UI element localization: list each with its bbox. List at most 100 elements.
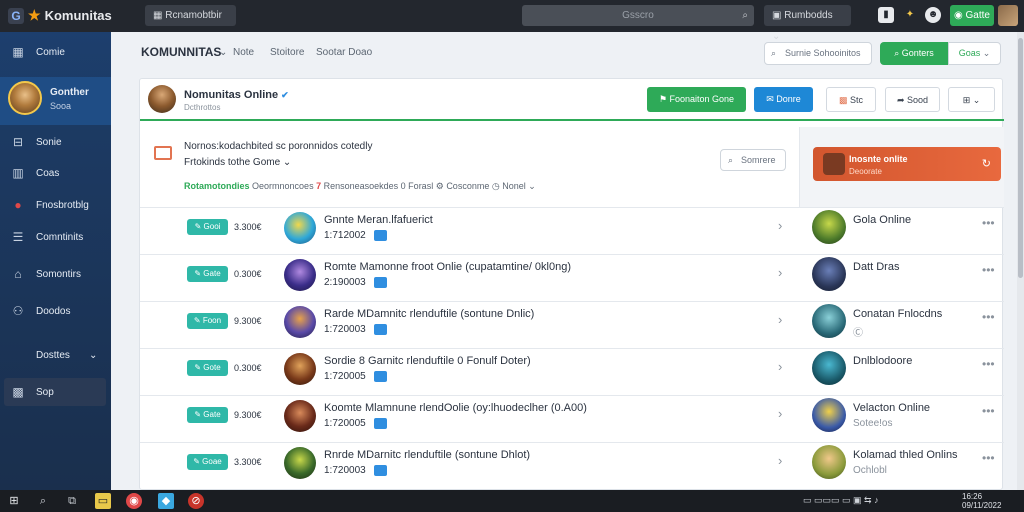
item-meta: 2:190003 — [324, 277, 387, 288]
featured-card-title: Inosnte onlite — [849, 154, 908, 164]
chevron-down-icon: ⌄ — [982, 48, 991, 58]
item-right-sub: Ⓒ — [853, 328, 863, 339]
notification-icon[interactable]: ▮ — [878, 7, 894, 23]
scrollbar-thumb[interactable] — [1018, 38, 1023, 278]
header-secondary-label: Goas — [958, 48, 981, 58]
chevron-right-icon[interactable]: › — [778, 406, 782, 421]
more-icon[interactable]: ••• — [982, 404, 995, 418]
brand[interactable]: G ★ Komunitas — [8, 7, 112, 24]
status-badge[interactable]: ✎ Gate — [187, 266, 228, 282]
more-menu-button[interactable]: ⊞ ⌄ — [948, 87, 995, 112]
avatar[interactable] — [148, 85, 176, 113]
sidebar-item-dosttes[interactable]: Dosttes ⌄ — [0, 342, 111, 368]
chevron-right-icon[interactable]: › — [778, 312, 782, 327]
notice-line-2-text: Frtokinds tothe Gome — [184, 157, 281, 168]
chevron-right-icon[interactable]: › — [778, 265, 782, 280]
task-view-icon[interactable]: ⧉ — [64, 493, 80, 509]
sidebar-item-somontirs[interactable]: ⌂ Somontirs — [0, 261, 111, 287]
sidebar-profile[interactable]: Gonther Sooa — [0, 77, 111, 125]
header-search-input[interactable]: ⌕ Surnie Sohooinitos — [764, 42, 872, 65]
sidebar-item-fnosbrotblg[interactable]: ● Fnosbrotblg — [0, 192, 111, 218]
clock[interactable]: 16:26 09/11/2022 — [962, 492, 1001, 510]
notice-search-button[interactable]: ⌕ Somrere — [720, 149, 786, 171]
notice-text-c: Cosconme — [446, 181, 490, 191]
sidebar-item-sonie[interactable]: ⊟ Sonie — [0, 129, 111, 155]
status-badge[interactable]: ✎ Goae — [187, 454, 228, 470]
join-button-label: Foonaiton Gone — [669, 94, 735, 104]
media-icon[interactable]: ⊘ — [188, 493, 204, 509]
badge-icon — [373, 465, 387, 476]
chevron-down-icon: ⌄ — [89, 349, 98, 361]
badge-icon[interactable]: ✦ — [902, 7, 918, 23]
sidebar-item-sop[interactable]: ▩ Sop — [4, 378, 106, 406]
list-item[interactable]: ✎ Foon 9.300€ Rarde MDamnitc rlenduftile… — [140, 301, 1004, 348]
scrollbar[interactable] — [1017, 32, 1024, 490]
grid-small-icon: ▦ — [153, 10, 166, 21]
notice-line-1: Nornos:kodachbited sc poronnidos cotedly — [184, 141, 373, 152]
settings-icon: ⚙ — [435, 181, 444, 191]
top-menu-button[interactable]: ▦ Rcnamobtbir — [145, 5, 236, 26]
sidebar-item-doodos[interactable]: ⚇ Doodos — [0, 298, 111, 324]
status-badge[interactable]: ✎ Gote — [187, 360, 228, 376]
avatar — [284, 353, 316, 385]
sidebar-item-coas[interactable]: ▥ Coas — [0, 160, 111, 186]
avatar — [812, 210, 846, 244]
status-badge[interactable]: ✎ Gooi — [187, 219, 228, 235]
list-item[interactable]: ✎ Gooi 3.300€ Gnnte Meran.lfafuerict 1:7… — [140, 207, 1004, 254]
more-icon[interactable]: ••• — [982, 357, 995, 371]
search-icon[interactable]: ⌕ — [35, 493, 51, 509]
top-dropdown-button[interactable]: ▣ Rumbodds ⌄ — [764, 5, 851, 42]
more-icon[interactable]: ••• — [982, 310, 995, 324]
list-item[interactable]: ✎ Gote 0.300€ Sordie 8 Garnitc rlendufti… — [140, 348, 1004, 395]
share-button[interactable]: ➦ Sood — [885, 87, 940, 112]
top-search-input[interactable]: Gsscro ⌕ — [522, 5, 754, 26]
header-secondary-button[interactable]: Goas ⌄ — [948, 42, 1001, 65]
item-amount: 0.300€ — [234, 269, 262, 279]
message-button[interactable]: ✉ Donre — [754, 87, 813, 112]
item-amount: 3.300€ — [234, 222, 262, 232]
header-primary-button[interactable]: ⌕ Gonters — [880, 42, 948, 65]
top-action-button[interactable]: ◉ Gatte — [950, 5, 994, 26]
taskbar: ⊞ ⌕ ⧉ ▭ ◉ ◆ ⊘ ▭ ▭▭▭ ▭ ▣ ⇆ ♪ 16:26 09/11/… — [0, 490, 1024, 512]
chevron-right-icon[interactable]: › — [778, 359, 782, 374]
join-button[interactable]: ⚑ Foonaiton Gone — [647, 87, 746, 112]
status-badge[interactable]: ✎ Foon — [187, 313, 228, 329]
list-item[interactable]: ✎ Goae 3.300€ Rnrde MDarnitc rlenduftile… — [140, 442, 1004, 489]
more-icon[interactable]: ••• — [982, 216, 995, 230]
avatar — [284, 212, 316, 244]
item-meta-text: 2:190003 — [324, 277, 366, 289]
star-icon: ★ — [28, 7, 41, 23]
list-item[interactable]: ✎ Gate 9.300€ Koomte Mlamnune rlendOolie… — [140, 395, 1004, 442]
chevron-right-icon[interactable]: › — [778, 453, 782, 468]
more-icon[interactable]: ••• — [982, 263, 995, 277]
tray-icons[interactable]: ▭ ▭▭▭ ▭ ▣ ⇆ ♪ — [803, 495, 879, 506]
chevron-down-icon[interactable]: ⌄ — [219, 47, 227, 58]
gift-button[interactable]: ▩ Stc — [826, 87, 876, 112]
sidebar-item-label: Sop — [36, 386, 54, 398]
notice-line-2[interactable]: Frtokinds tothe Gome ⌄ — [184, 157, 291, 168]
sidebar-item-comntinits[interactable]: ☰ Comntinits — [0, 224, 111, 250]
more-icon[interactable]: ••• — [982, 451, 995, 465]
nav-link-note[interactable]: Note — [233, 47, 254, 58]
sidebar-item-comie[interactable]: ▦ Comie — [0, 39, 111, 65]
featured-card[interactable]: Inosnte onlite Deoorate ↻ — [813, 147, 1001, 181]
monitor-icon: ▣ — [772, 10, 785, 21]
chevron-down-icon: ⌄ — [970, 95, 981, 105]
user-avatar[interactable] — [998, 5, 1018, 26]
notice-text-a: Oeormnoncoes — [252, 181, 314, 191]
chevron-right-icon[interactable]: › — [778, 218, 782, 233]
user-circle-icon[interactable]: ☻ — [925, 7, 941, 23]
app-icon[interactable]: ◆ — [158, 493, 174, 509]
status-badge[interactable]: ✎ Gate — [187, 407, 228, 423]
nav-link-stoitore[interactable]: Stoitore — [270, 47, 304, 58]
browser-icon[interactable]: ◉ — [126, 493, 142, 509]
file-explorer-icon[interactable]: ▭ — [95, 493, 111, 509]
avatar — [284, 400, 316, 432]
windows-start-icon[interactable]: ⊞ — [6, 493, 22, 509]
sidebar-item-label: Fnosbrotblg — [36, 199, 89, 211]
status-badge-label: Gooi — [203, 222, 221, 231]
item-right-name: Conatan Fnlocdns — [853, 308, 943, 320]
avatar — [812, 351, 846, 385]
list-item[interactable]: ✎ Gate 0.300€ Romte Mamonne froot Onlie … — [140, 254, 1004, 301]
nav-link-sootar[interactable]: Sootar Doao — [316, 47, 372, 58]
